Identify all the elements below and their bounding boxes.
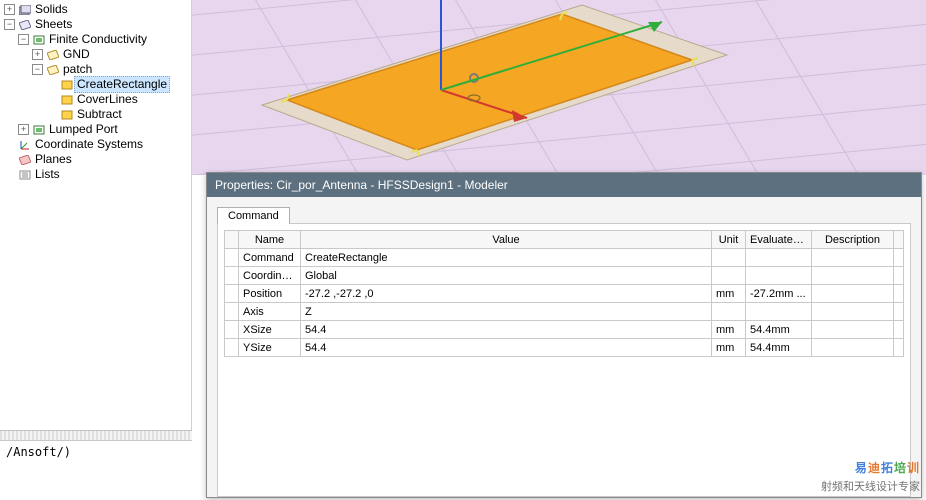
cell-desc (812, 339, 894, 357)
cell-value[interactable]: Global (301, 267, 712, 285)
cell-value[interactable]: Z (301, 303, 712, 321)
cell-unit (712, 303, 746, 321)
tree-label: patch (63, 62, 92, 77)
col-eval[interactable]: Evaluated... (746, 231, 812, 249)
cell-desc (812, 267, 894, 285)
tree-label: Lists (35, 167, 60, 182)
tree-item-lists[interactable]: Lists (4, 167, 191, 182)
cell-name: Coordina... (239, 267, 301, 285)
cell-eval: 54.4mm (746, 339, 812, 357)
command-icon (60, 79, 74, 91)
cell-desc (812, 321, 894, 339)
tree-item-solids[interactable]: + Solids (4, 2, 191, 17)
command-icon (60, 109, 74, 121)
tree-item-lumped-port[interactable]: + Lumped Port (4, 122, 191, 137)
planes-icon (18, 154, 32, 166)
cell-unit (712, 267, 746, 285)
tab-command[interactable]: Command (217, 207, 290, 224)
expand-icon[interactable]: + (32, 49, 43, 60)
tree-label: Sheets (35, 17, 72, 32)
table-row[interactable]: XSize 54.4 mm 54.4mm (225, 321, 904, 339)
cell-value[interactable]: 54.4 (301, 339, 712, 357)
tree-label: CreateRectangle (74, 76, 170, 93)
table-row[interactable]: YSize 54.4 mm 54.4mm (225, 339, 904, 357)
cell-name: Axis (239, 303, 301, 321)
tree-label: Finite Conductivity (49, 32, 147, 47)
cell-desc (812, 285, 894, 303)
tree-item-subtract[interactable]: Subtract (4, 107, 191, 122)
col-value[interactable]: Value (301, 231, 712, 249)
sheets-icon (18, 19, 32, 31)
collapse-icon[interactable]: − (4, 19, 15, 30)
properties-table[interactable]: Name Value Unit Evaluated... Description… (224, 230, 904, 357)
cell-name: Command (239, 249, 301, 267)
cell-unit: mm (712, 285, 746, 303)
tree-label: Lumped Port (49, 122, 118, 137)
tree-item-finite-conductivity[interactable]: − Finite Conductivity (4, 32, 191, 47)
cell-value[interactable]: -27.2 ,-27.2 ,0 (301, 285, 712, 303)
cell-eval: 54.4mm (746, 321, 812, 339)
cell-value[interactable]: 54.4 (301, 321, 712, 339)
script-path-bar: /Ansoft/) (0, 430, 192, 466)
tree-item-gnd[interactable]: + GND (4, 47, 191, 62)
collapse-icon[interactable]: − (32, 64, 43, 75)
boundary-icon (32, 34, 46, 46)
collapse-icon[interactable]: − (18, 34, 29, 45)
tree-item-cover-lines[interactable]: CoverLines (4, 92, 191, 107)
model-tree[interactable]: + Solids − Sheets − Finite Conductivity … (0, 0, 191, 182)
table-row[interactable]: Command CreateRectangle (225, 249, 904, 267)
col-name[interactable]: Name (239, 231, 301, 249)
tree-label: Subtract (77, 107, 122, 122)
col-tail (894, 231, 904, 249)
panel-divider[interactable] (0, 431, 192, 441)
cell-eval (746, 303, 812, 321)
table-row[interactable]: Axis Z (225, 303, 904, 321)
properties-window: Properties: Cir_por_Antenna - HFSSDesign… (206, 172, 922, 498)
cell-unit (712, 249, 746, 267)
sheet-object-icon (46, 49, 60, 61)
cell-desc (812, 303, 894, 321)
properties-tabstrip: Command (217, 203, 911, 223)
solids-icon (18, 4, 32, 16)
cell-desc (812, 249, 894, 267)
boundary-icon (32, 124, 46, 136)
cell-eval (746, 249, 812, 267)
cell-name: Position (239, 285, 301, 303)
tree-item-create-rectangle[interactable]: CreateRectangle (4, 77, 191, 92)
tree-label: Planes (35, 152, 72, 167)
cell-eval: -27.2mm ... (746, 285, 812, 303)
properties-titlebar[interactable]: Properties: Cir_por_Antenna - HFSSDesign… (207, 173, 921, 197)
tree-label: Solids (35, 2, 68, 17)
axis-icon (18, 139, 32, 151)
tree-item-sheets[interactable]: − Sheets (4, 17, 191, 32)
col-desc[interactable]: Description (812, 231, 894, 249)
col-select[interactable] (225, 231, 239, 249)
properties-title-text: Properties: Cir_por_Antenna - HFSSDesign… (215, 178, 508, 192)
lists-icon (18, 169, 32, 181)
expand-icon[interactable]: + (18, 124, 29, 135)
tree-label: GND (63, 47, 90, 62)
cell-name: YSize (239, 339, 301, 357)
cell-eval (746, 267, 812, 285)
script-path-text: /Ansoft/) (0, 441, 192, 463)
table-header-row: Name Value Unit Evaluated... Description (225, 231, 904, 249)
3d-viewport[interactable]: Z (192, 0, 926, 175)
model-tree-panel: + Solids − Sheets − Finite Conductivity … (0, 0, 192, 430)
cell-unit: mm (712, 339, 746, 357)
tree-item-planes[interactable]: Planes (4, 152, 191, 167)
cell-value[interactable]: CreateRectangle (301, 249, 712, 267)
tree-label: CoverLines (77, 92, 138, 107)
cell-unit: mm (712, 321, 746, 339)
tree-item-coord-systems[interactable]: Coordinate Systems (4, 137, 191, 152)
properties-table-frame: Name Value Unit Evaluated... Description… (217, 223, 911, 497)
sheet-object-icon (46, 64, 60, 76)
cell-name: XSize (239, 321, 301, 339)
col-unit[interactable]: Unit (712, 231, 746, 249)
table-row[interactable]: Coordina... Global (225, 267, 904, 285)
tree-item-patch[interactable]: − patch (4, 62, 191, 77)
expand-icon[interactable]: + (4, 4, 15, 15)
table-row[interactable]: Position -27.2 ,-27.2 ,0 mm -27.2mm ... (225, 285, 904, 303)
command-icon (60, 94, 74, 106)
tree-label: Coordinate Systems (35, 137, 143, 152)
